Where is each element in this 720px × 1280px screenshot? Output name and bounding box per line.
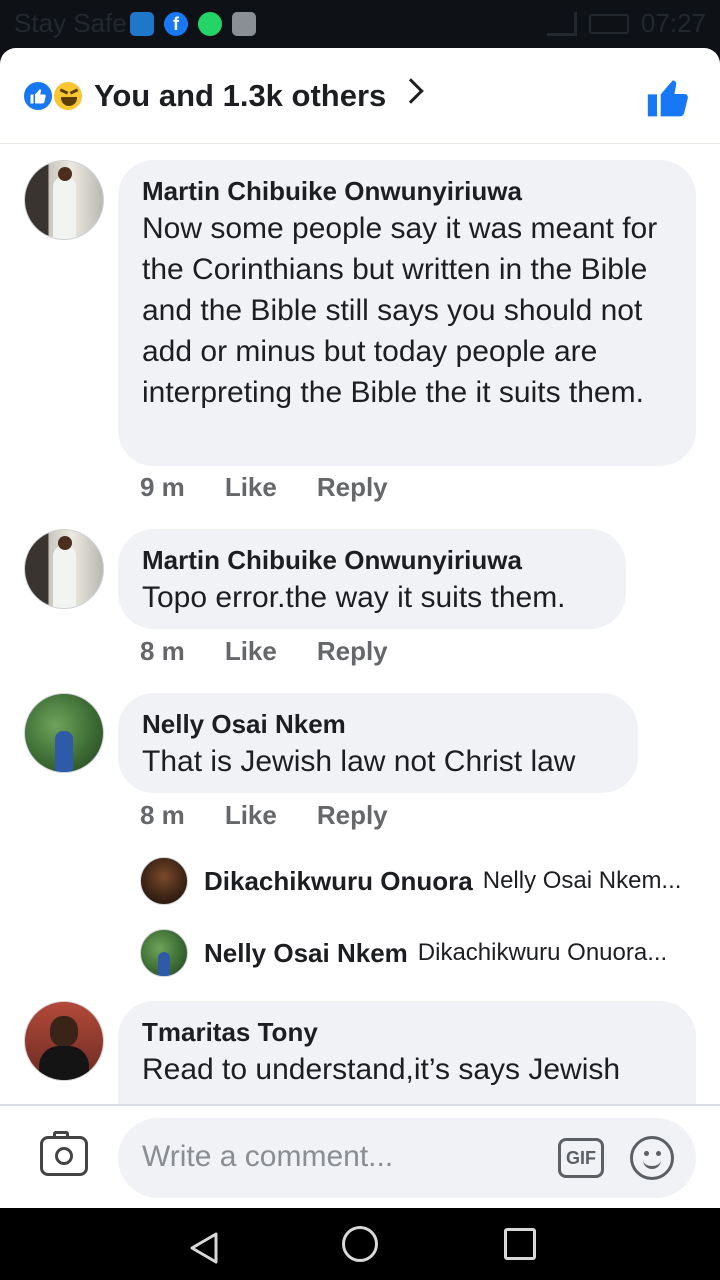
comment-time: 8 m — [140, 800, 185, 830]
reply-button[interactable]: Reply — [317, 636, 388, 667]
reply-preview[interactable]: Dikachikwuru Onuora Nelly Osai Nkem... — [140, 857, 681, 905]
comment-bubble[interactable]: Martin Chibuike Onwunyiriuwa Topo error.… — [118, 529, 626, 629]
avatar — [140, 929, 188, 977]
status-notification-icons: f — [130, 12, 256, 36]
reactions-bar[interactable]: You and 1.3k others — [0, 48, 720, 144]
like-reaction-icon — [22, 80, 54, 112]
home-icon[interactable] — [342, 1226, 378, 1262]
avatar[interactable] — [24, 693, 104, 773]
like-button[interactable]: Like — [225, 800, 277, 831]
like-button[interactable]: Like — [225, 636, 277, 667]
comment-author[interactable]: Tmaritas Tony — [142, 1015, 672, 1049]
comment-placeholder: Write a comment... — [142, 1140, 394, 1173]
comment-composer: Write a comment... GIF — [0, 1104, 720, 1208]
comment-text: That is Jewish law not Christ law — [142, 745, 576, 778]
whatsapp-icon — [198, 12, 222, 36]
comment-author[interactable]: Martin Chibuike Onwunyiriuwa — [142, 543, 602, 577]
comment-time: 8 m — [140, 636, 185, 666]
reactions-summary[interactable]: You and 1.3k others — [94, 78, 386, 114]
reply-author: Nelly Osai Nkem — [204, 937, 408, 968]
gif-icon[interactable]: GIF — [558, 1138, 604, 1178]
comment-bubble[interactable]: Martin Chibuike Onwunyiriuwa Now some pe… — [118, 160, 696, 466]
gallery-icon — [232, 12, 256, 36]
comment-text: Read to understand,it’s says Jewish — [142, 1053, 621, 1086]
comment-author[interactable]: Nelly Osai Nkem — [142, 707, 614, 741]
comment-text: Now some people say it was meant for the… — [142, 212, 658, 409]
comment-actions: 9 m Like Reply — [140, 472, 428, 503]
battery-icon — [588, 13, 629, 34]
back-icon[interactable] — [186, 1230, 222, 1271]
status-right: 07:27 — [546, 8, 706, 39]
app-icon — [130, 12, 154, 36]
comment-time: 9 m — [140, 472, 185, 502]
thumbs-up-icon[interactable] — [646, 76, 690, 125]
avatar[interactable] — [24, 160, 104, 240]
recent-apps-icon[interactable] — [504, 1228, 536, 1260]
reply-text: Dikachikwuru Onuora... — [417, 939, 668, 966]
reply-text: Nelly Osai Nkem... — [482, 867, 682, 894]
comments-sheet: You and 1.3k others Martin Chibuike Onwu… — [0, 48, 720, 1208]
signal-icon — [546, 11, 577, 36]
reply-button[interactable]: Reply — [317, 472, 388, 503]
status-time: 07:27 — [640, 8, 706, 38]
comment-text: Topo error.the way it suits them. — [142, 581, 566, 614]
navigation-bar — [0, 1208, 720, 1280]
avatar[interactable] — [24, 1001, 104, 1081]
facebook-icon: f — [164, 12, 188, 36]
haha-reaction-icon — [52, 80, 84, 112]
emoji-icon[interactable] — [630, 1136, 674, 1180]
status-bar: Stay Safe f 07:27 — [0, 0, 720, 48]
comment-actions: 8 m Like Reply — [140, 800, 428, 831]
comment-input[interactable]: Write a comment... GIF — [118, 1118, 696, 1198]
comment-actions: 8 m Like Reply — [140, 636, 428, 667]
reply-button[interactable]: Reply — [317, 800, 388, 831]
avatar[interactable] — [24, 529, 104, 609]
reply-author: Dikachikwuru Onuora — [204, 865, 473, 896]
status-carrier-text: Stay Safe — [14, 8, 127, 38]
chevron-right-icon[interactable] — [398, 78, 424, 104]
comment-bubble[interactable]: Nelly Osai Nkem That is Jewish law not C… — [118, 693, 638, 793]
like-button[interactable]: Like — [225, 472, 277, 503]
comment-author[interactable]: Martin Chibuike Onwunyiriuwa — [142, 174, 672, 208]
avatar — [140, 857, 188, 905]
camera-icon[interactable] — [40, 1131, 88, 1176]
reply-preview[interactable]: Nelly Osai Nkem Dikachikwuru Onuora... — [140, 929, 667, 977]
